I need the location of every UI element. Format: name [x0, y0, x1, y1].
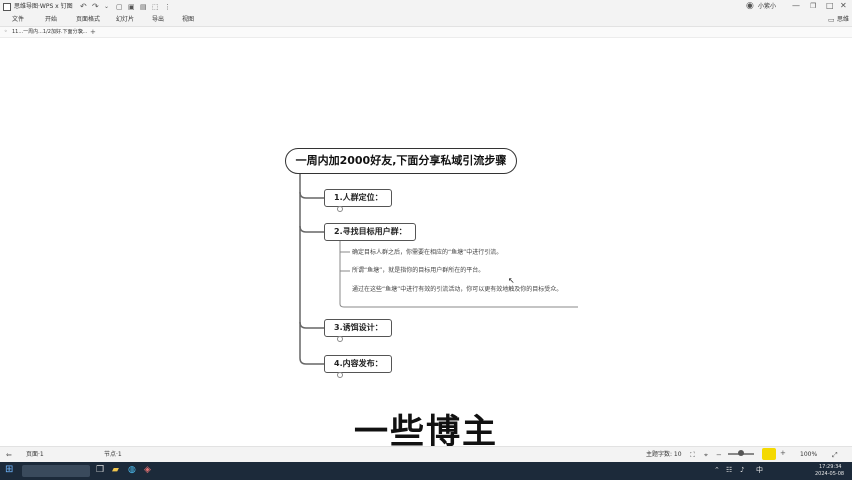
leaf-text-1[interactable]: 确定目标人群之后，你需要在相应的“鱼塘”中进行引流。 — [352, 248, 502, 257]
ime-indicator[interactable]: 中 — [756, 467, 763, 474]
word-count: 主题字数: 10 — [646, 451, 682, 458]
branch-node-3[interactable]: 3.诱饵设计： — [324, 319, 392, 337]
status-bar: ⇐ 页面·1 节点·1 主题字数: 10 ⛶ ⌖ − 100% ⤢ — [0, 446, 852, 463]
zoom-percent[interactable]: 100% — [800, 451, 817, 459]
clock-time[interactable]: 17:29:34 — [819, 464, 841, 471]
task-view-icon[interactable]: ❒ — [96, 465, 104, 475]
badge-icon — [762, 448, 776, 460]
zoom-slider-handle[interactable] — [738, 450, 744, 456]
outline-icon[interactable]: ⇐ — [6, 450, 12, 460]
fullscreen-icon[interactable]: ⤢ — [832, 450, 838, 460]
expand-toggle-icon[interactable] — [337, 372, 343, 378]
node-count: 节点·1 — [104, 451, 122, 458]
browser-icon[interactable]: ◍ — [128, 465, 136, 475]
expand-toggle-icon[interactable] — [337, 206, 343, 212]
windows-start-icon[interactable]: ⊞ — [5, 465, 13, 475]
zoom-in-icon[interactable]: + — [780, 448, 786, 458]
file-explorer-icon[interactable]: ▰ — [112, 465, 119, 475]
mouse-cursor-icon: ↖ — [508, 276, 515, 285]
leaf-text-3[interactable]: 通过在这些“鱼塘”中进行有效的引流活动，你可以更有效地触及你的目标受众。 — [352, 285, 578, 294]
mindmap-root-node[interactable]: 一周内加2000好友,下面分享私域引流步骤 — [285, 148, 517, 174]
locate-icon[interactable]: ⌖ — [704, 450, 708, 460]
branch-node-2[interactable]: 2.寻找目标用户群： — [324, 223, 416, 241]
branch-node-1[interactable]: 1.人群定位： — [324, 189, 392, 207]
network-icon[interactable]: ☷ — [726, 465, 732, 475]
branch-node-4[interactable]: 4.内容发布： — [324, 355, 392, 373]
leaf-text-2[interactable]: 所谓“鱼塘”，就是指你的目标用户群所在的平台。 — [352, 266, 484, 275]
taskbar-search-box[interactable] — [22, 465, 90, 477]
windows-taskbar: ⊞ ❒ ▰ ◍ ◈ ⌃ ☷ ♪ 中 17:29:34 2024-05-08 — [0, 462, 852, 480]
tray-up-icon[interactable]: ⌃ — [714, 465, 720, 475]
speaker-icon[interactable]: ♪ — [740, 465, 744, 475]
fit-view-icon[interactable]: ⛶ — [690, 450, 695, 460]
page-indicator[interactable]: 页面·1 — [26, 451, 44, 459]
clock-date[interactable]: 2024-05-08 — [815, 471, 844, 478]
app-icon[interactable]: ◈ — [144, 465, 151, 475]
expand-toggle-icon[interactable] — [337, 336, 343, 342]
zoom-out-icon[interactable]: − — [716, 450, 722, 460]
